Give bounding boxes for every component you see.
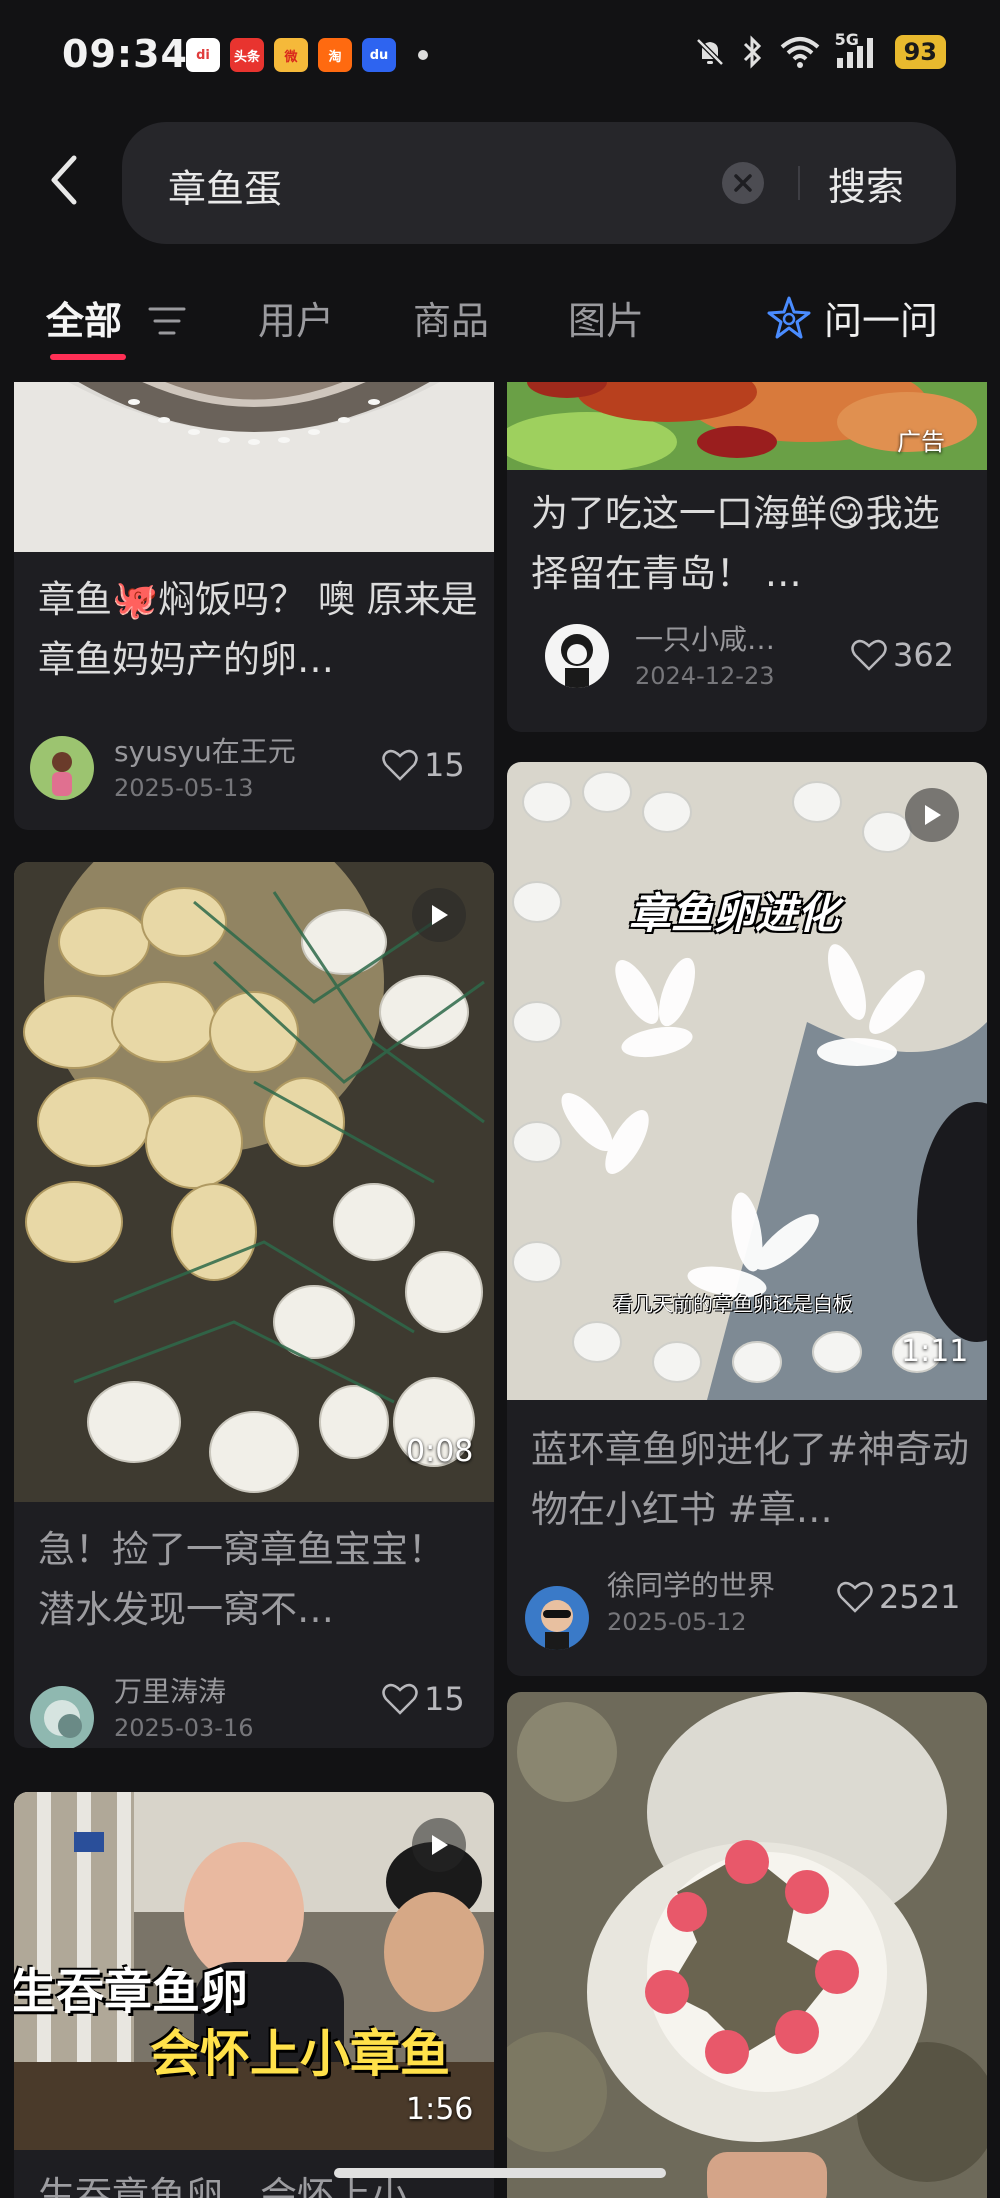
heart-icon — [382, 749, 418, 781]
like-count[interactable]: 2521 — [837, 1578, 960, 1616]
app-icon-baidu: du — [362, 38, 396, 72]
more-notifications-dot — [418, 50, 428, 60]
result-tabs: 全部 用户 商品 图片 问一问 — [0, 276, 1000, 376]
note-card[interactable] — [507, 1692, 987, 2198]
search-divider — [798, 166, 800, 200]
play-icon[interactable] — [412, 1818, 466, 1872]
video-duration: 0:08 — [406, 1434, 474, 1469]
ai-star-icon — [767, 296, 811, 338]
home-indicator[interactable] — [334, 2168, 666, 2178]
search-query[interactable]: 章鱼蛋 — [168, 158, 282, 213]
app-icon-weibo: 微 — [274, 38, 308, 72]
play-icon[interactable] — [905, 788, 959, 842]
back-icon[interactable] — [44, 150, 84, 210]
video-overlay-text: 会怀上小章鱼 — [150, 2025, 450, 2083]
note-title: 为了吃这一口海鲜😋我选择留在青岛！ … — [531, 492, 940, 595]
notification-app-icons: di 头条 微 淘 du — [186, 38, 428, 72]
app-icon-taobao: 淘 — [318, 38, 352, 72]
tab-users[interactable]: 用户 — [258, 290, 334, 345]
like-count[interactable]: 15 — [382, 746, 465, 784]
status-time: 09:34 — [62, 32, 188, 76]
note-card-ad[interactable]: 广告 为了吃这一口海鲜😋我选择留在青岛！ … 一只小咸… 2024-12-23 … — [507, 382, 987, 732]
post-date: 2025-05-13 — [114, 774, 254, 802]
ad-tag: 广告 — [897, 428, 945, 456]
note-card[interactable]: 章鱼卵进化 看几天前的章鱼卵还是白板 1:11 蓝环章鱼卵进化了#神奇动物在小红… — [507, 762, 987, 1676]
video-overlay-text: 章鱼卵进化 — [629, 889, 840, 938]
play-icon[interactable] — [412, 888, 466, 942]
like-count[interactable]: 15 — [382, 1680, 465, 1718]
note-title: 急！捡了一窝章鱼宝宝！ 潜水发现一窝不… — [38, 1528, 445, 1631]
app-icon-toutiao: 头条 — [230, 38, 264, 72]
avatar[interactable] — [545, 624, 609, 688]
note-cover-image — [14, 382, 494, 552]
results-feed[interactable]: 章鱼🐙焖饭吗？ 噢 原来是章鱼妈妈产的卵… syusyu在王元 2025-05-… — [0, 382, 1000, 2198]
video-duration: 1:11 — [901, 1334, 969, 1369]
like-count[interactable]: 362 — [851, 636, 954, 674]
avatar[interactable] — [525, 1586, 589, 1650]
heart-icon — [851, 639, 887, 671]
post-date: 2025-05-12 — [607, 1608, 747, 1636]
cellular-signal-icon: 5G — [835, 30, 881, 70]
video-caption: 看几天前的章鱼卵还是白板 — [613, 1292, 853, 1316]
note-title: 蓝环章鱼卵进化了#神奇动物在小红书 #章… — [531, 1428, 970, 1531]
note-cover-image — [14, 862, 494, 1502]
ask-label: 问一问 — [824, 299, 939, 343]
filter-icon[interactable] — [148, 304, 186, 338]
note-card[interactable]: 生吞章鱼卵 会怀上小章鱼 1:56 生吞章鱼卵，会怀上小… — [14, 1792, 494, 2198]
status-bar: 09:34 di 头条 微 淘 du 5G 93 — [0, 0, 1000, 110]
mute-icon — [695, 38, 724, 66]
author-name[interactable]: 徐同学的世界 — [607, 1564, 775, 1604]
ask-button[interactable]: 问一问 — [766, 290, 938, 345]
app-icon-didi: di — [186, 38, 220, 72]
avatar[interactable] — [30, 1686, 94, 1748]
search-button[interactable]: 搜索 — [828, 156, 904, 211]
note-title: 章鱼🐙焖饭吗？ 噢 原来是章鱼妈妈产的卵… — [38, 578, 478, 681]
post-date: 2025-03-16 — [114, 1714, 254, 1742]
heart-icon — [382, 1683, 418, 1715]
note-card[interactable]: 章鱼🐙焖饭吗？ 噢 原来是章鱼妈妈产的卵… syusyu在王元 2025-05-… — [14, 382, 494, 830]
wifi-icon — [780, 37, 819, 68]
note-cover-image — [507, 1692, 987, 2198]
author-name[interactable]: 一只小咸… — [635, 618, 775, 658]
author-name[interactable]: 万里涛涛 — [114, 1670, 226, 1710]
heart-icon — [837, 1581, 873, 1613]
tab-all[interactable]: 全部 — [46, 290, 122, 345]
search-input[interactable]: 章鱼蛋 搜索 — [122, 122, 956, 244]
tab-products[interactable]: 商品 — [413, 290, 489, 345]
avatar[interactable] — [30, 736, 94, 800]
post-date: 2024-12-23 — [635, 662, 775, 690]
system-indicators: 5G 93 — [693, 30, 946, 70]
video-overlay-text: 生吞章鱼卵 — [14, 1964, 249, 2020]
bluetooth-icon — [743, 35, 761, 69]
active-tab-indicator — [50, 354, 126, 360]
note-card[interactable]: 0:08 急！捡了一窝章鱼宝宝！ 潜水发现一窝不… 万里涛涛 2025-03-1… — [14, 862, 494, 1748]
battery-indicator: 93 — [894, 35, 946, 69]
author-name[interactable]: syusyu在王元 — [114, 730, 296, 770]
clear-icon[interactable] — [722, 162, 764, 204]
video-duration: 1:56 — [406, 2092, 474, 2127]
tab-images[interactable]: 图片 — [568, 290, 644, 345]
